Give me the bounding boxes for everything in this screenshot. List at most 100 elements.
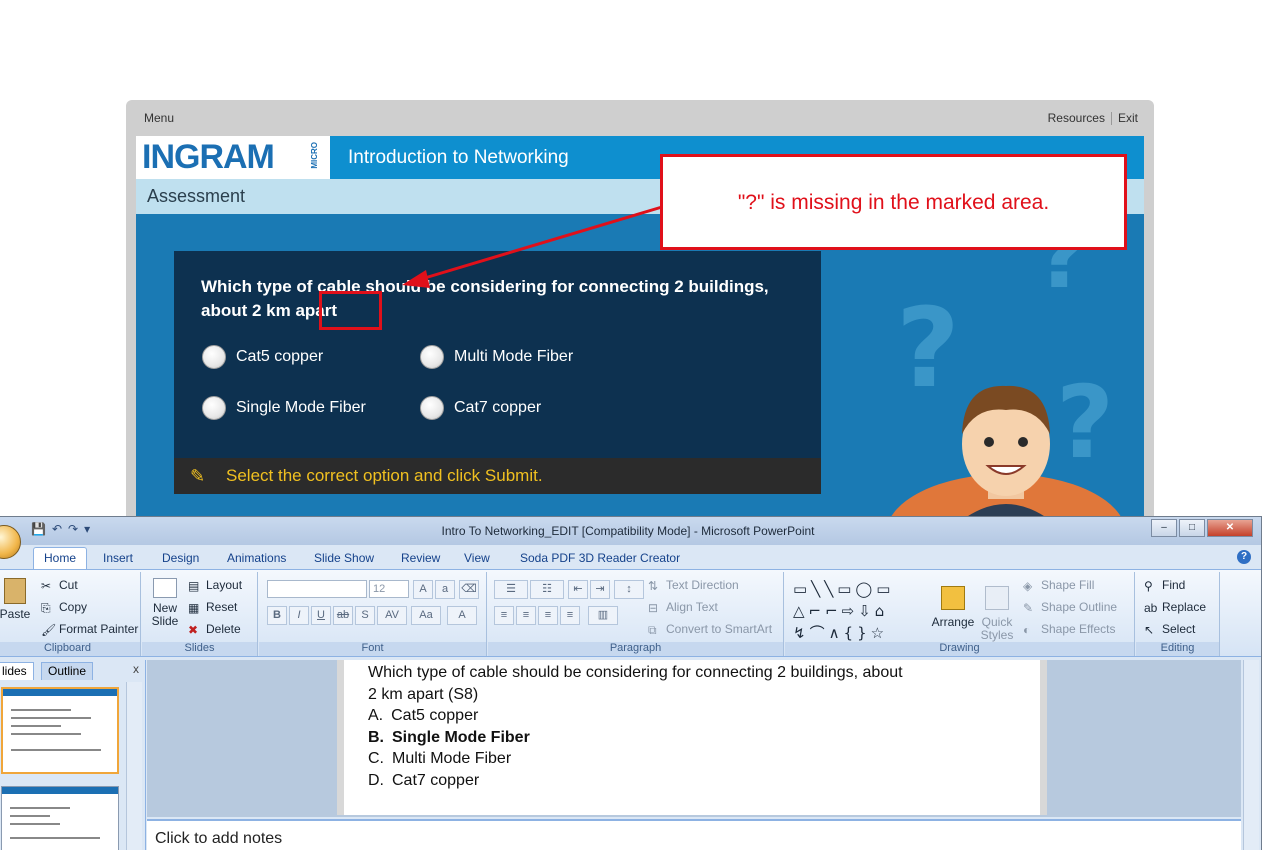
align-text-button[interactable]: ⊟ Align Text <box>648 600 718 615</box>
find-button[interactable]: ⚲ Find <box>1144 578 1185 593</box>
slide-textbox[interactable]: Which type of cable should be considerin… <box>368 662 1008 791</box>
grow-font-icon[interactable]: A <box>413 580 433 599</box>
bullets-icon[interactable]: ☰ <box>494 580 528 599</box>
shapes-gallery[interactable]: ▭╲╲▭◯▭ △⌐⌐⇨⇩⌂ ↯⌒∧{}☆ <box>793 578 894 644</box>
option-cat5[interactable]: Cat5 copper <box>202 345 323 369</box>
delete-button[interactable]: ✖ Delete <box>188 622 241 637</box>
shadow-icon[interactable]: S <box>355 606 375 625</box>
new-slide-button[interactable]: New Slide <box>148 578 182 628</box>
format-painter-button[interactable]: 🖌 Format Painter <box>41 622 138 637</box>
maximize-button[interactable]: □ <box>1179 519 1205 537</box>
tab-review[interactable]: Review <box>401 551 440 565</box>
font-name-combo[interactable] <box>267 580 367 598</box>
shape-outline-label: Shape Outline <box>1041 600 1118 614</box>
shrink-font-icon[interactable]: a <box>435 580 455 599</box>
cut-label: Cut <box>59 578 78 592</box>
thumb-line <box>11 749 101 751</box>
close-button[interactable]: ✕ <box>1207 519 1253 537</box>
shape-effects-button[interactable]: ◐ Shape Effects <box>1023 622 1116 637</box>
numbering-icon[interactable]: ☷ <box>530 580 564 599</box>
font-color-icon[interactable]: A <box>447 606 477 625</box>
align-left-icon[interactable]: ≡ <box>494 606 514 625</box>
slides-panel: lides Outline x <box>0 660 146 850</box>
italic-icon[interactable]: I <box>289 606 309 625</box>
bold-icon[interactable]: B <box>267 606 287 625</box>
columns-icon[interactable]: ▥ <box>588 606 618 625</box>
reset-icon: ▦ <box>188 601 200 615</box>
radio-button[interactable] <box>202 345 226 369</box>
replace-button[interactable]: ab Replace <box>1144 600 1206 615</box>
panel-scrollbar[interactable] <box>126 682 142 850</box>
option-multi-mode[interactable]: Multi Mode Fiber <box>420 345 573 369</box>
resources-link[interactable]: Resources <box>1048 111 1105 125</box>
thumb-line <box>10 823 60 825</box>
tab-slide-show[interactable]: Slide Show <box>314 551 374 565</box>
notes-pane[interactable]: Click to add notes <box>147 819 1241 850</box>
underline-icon[interactable]: U <box>311 606 331 625</box>
select-button[interactable]: ↖ Select <box>1144 622 1195 637</box>
slide-editor: Which type of cable should be considerin… <box>147 660 1241 817</box>
panel-close-icon[interactable]: x <box>133 662 139 676</box>
answer-b: B. Single Mode Fiber <box>368 727 1008 749</box>
minimize-button[interactable]: – <box>1151 519 1177 537</box>
tab-view[interactable]: View <box>464 551 490 565</box>
align-center-icon[interactable]: ≡ <box>516 606 536 625</box>
menu-link[interactable]: Menu <box>144 111 174 125</box>
exit-link[interactable]: Exit <box>1118 111 1138 125</box>
tab-home[interactable]: Home <box>33 547 88 569</box>
tab-design[interactable]: Design <box>162 551 199 565</box>
strikethrough-icon[interactable]: ab <box>333 606 353 625</box>
option-cat7[interactable]: Cat7 copper <box>420 396 541 420</box>
line-spacing-icon[interactable]: ↕ <box>614 580 644 599</box>
shape-fill-button[interactable]: ◈ Shape Fill <box>1023 578 1094 593</box>
shape-outline-button[interactable]: ✎ Shape Outline <box>1023 600 1118 615</box>
slide-canvas[interactable]: Which type of cable should be considerin… <box>337 660 1047 815</box>
char-spacing-icon[interactable]: AV <box>377 606 407 625</box>
align-right-icon[interactable]: ≡ <box>538 606 558 625</box>
radio-button[interactable] <box>420 396 444 420</box>
reset-button[interactable]: ▦ Reset <box>188 600 237 615</box>
layout-button[interactable]: ▤ Layout <box>188 578 243 593</box>
tab-insert[interactable]: Insert <box>103 551 133 565</box>
arrange-button[interactable]: Arrange <box>931 586 975 629</box>
powerpoint-window: 💾 ↶ ↷ ▾ Intro To Networking_EDIT [Compat… <box>0 516 1262 850</box>
text-direction-button[interactable]: ⇅ Text Direction <box>648 578 739 593</box>
justify-icon[interactable]: ≡ <box>560 606 580 625</box>
thumb-line <box>11 709 71 711</box>
radio-button[interactable] <box>420 345 444 369</box>
help-icon[interactable]: ? <box>1237 550 1251 564</box>
tab-slides[interactable]: lides <box>0 662 34 680</box>
tab-animations[interactable]: Animations <box>227 551 286 565</box>
copy-button[interactable]: ⎘ Copy <box>41 600 87 615</box>
group-label: Font <box>259 642 486 656</box>
cut-button[interactable]: ✂ Cut <box>41 578 78 593</box>
text-direction-label: Text Direction <box>666 578 739 592</box>
annotation-callout: "?" is missing in the marked area. <box>660 154 1127 250</box>
tab-outline[interactable]: Outline <box>41 662 94 680</box>
notes-placeholder: Click to add notes <box>155 830 283 847</box>
paste-button[interactable]: Paste <box>0 578 31 621</box>
drawing-group: ▭╲╲▭◯▭ △⌐⌐⇨⇩⌂ ↯⌒∧{}☆ Arrange Quick Style… <box>785 572 1135 656</box>
instruction-text: Select the correct option and click Subm… <box>226 466 543 485</box>
font-size-combo[interactable]: 12 <box>369 580 409 598</box>
question-text: Which type of cable should be considerin… <box>201 275 791 323</box>
paint-bucket-icon: ◈ <box>1023 579 1033 593</box>
quick-styles-button[interactable]: Quick Styles <box>977 586 1017 642</box>
clear-format-icon[interactable]: ⌫ <box>459 580 479 599</box>
slide-thumbnail[interactable] <box>1 687 119 774</box>
group-label: Editing <box>1136 642 1219 656</box>
logo-text: INGRAM <box>142 138 275 176</box>
increase-indent-icon[interactable]: ⇥ <box>590 580 610 599</box>
answer-c: C. Multi Mode Fiber <box>368 748 1008 770</box>
slide-scrollbar[interactable] <box>1243 660 1259 850</box>
layout-label: Layout <box>206 578 243 592</box>
convert-smartart-button[interactable]: ⧉ Convert to SmartArt <box>648 622 772 637</box>
decrease-indent-icon[interactable]: ⇤ <box>568 580 588 599</box>
option-single-mode[interactable]: Single Mode Fiber <box>202 396 366 420</box>
radio-button[interactable] <box>202 396 226 420</box>
slide-thumbnail[interactable] <box>1 786 119 850</box>
player-topbar: Menu Resources Exit <box>126 100 1154 136</box>
tab-soda-pdf[interactable]: Soda PDF 3D Reader Creator <box>520 551 680 565</box>
editing-group: ⚲ Find ab Replace ↖ Select Editing <box>1136 572 1220 656</box>
change-case-icon[interactable]: Aa <box>411 606 441 625</box>
